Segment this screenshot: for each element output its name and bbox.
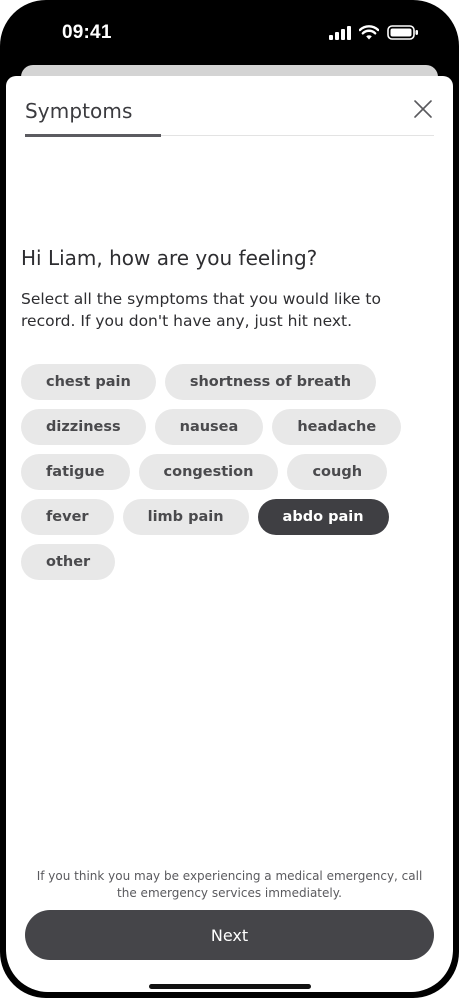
symptom-chip-list: chest pain shortness of breath dizziness… xyxy=(21,364,441,589)
chip-abdo-pain[interactable]: abdo pain xyxy=(257,499,389,535)
chip-chest-pain[interactable]: chest pain xyxy=(21,364,156,400)
signal-icon xyxy=(329,25,351,40)
next-button[interactable]: Next xyxy=(25,910,434,960)
chip-limb-pain[interactable]: limb pain xyxy=(122,499,249,535)
screen: 09:41 Symptoms Hi Liam, how are you feel… xyxy=(6,6,453,992)
chip-other[interactable]: other xyxy=(21,544,116,580)
chip-fever[interactable]: fever xyxy=(21,499,114,535)
chip-cough[interactable]: cough xyxy=(287,454,388,490)
chip-row: chest pain shortness of breath xyxy=(21,364,441,400)
symptoms-sheet: Symptoms Hi Liam, how are you feeling? S… xyxy=(6,76,453,992)
battery-icon xyxy=(387,25,418,40)
status-time: 09:41 xyxy=(62,22,112,43)
chip-row: other xyxy=(21,544,441,580)
instruction-text: Select all the symptoms that you would l… xyxy=(21,290,381,330)
emergency-disclaimer: If you think you may be experiencing a m… xyxy=(36,869,423,900)
wifi-icon xyxy=(359,25,379,40)
chip-dizziness[interactable]: dizziness xyxy=(21,409,146,445)
tab-indicator xyxy=(25,134,161,137)
chip-row: dizziness nausea headache xyxy=(21,409,441,445)
close-icon[interactable] xyxy=(411,97,435,121)
chip-shortness-of-breath[interactable]: shortness of breath xyxy=(164,364,377,400)
chip-nausea[interactable]: nausea xyxy=(154,409,264,445)
status-bar: 09:41 xyxy=(6,6,453,66)
page-title: Symptoms xyxy=(25,99,133,123)
greeting-heading: Hi Liam, how are you feeling? xyxy=(21,246,318,270)
chip-fatigue[interactable]: fatigue xyxy=(21,454,130,490)
chip-row: fever limb pain abdo pain xyxy=(21,499,441,535)
chip-headache[interactable]: headache xyxy=(272,409,402,445)
phone-frame: 09:41 Symptoms Hi Liam, how are you feel… xyxy=(0,0,459,998)
sheet-header: Symptoms xyxy=(6,76,453,146)
home-indicator xyxy=(149,984,311,989)
chip-congestion[interactable]: congestion xyxy=(138,454,279,490)
chip-row: fatigue congestion cough xyxy=(21,454,441,490)
status-icons xyxy=(329,25,419,40)
